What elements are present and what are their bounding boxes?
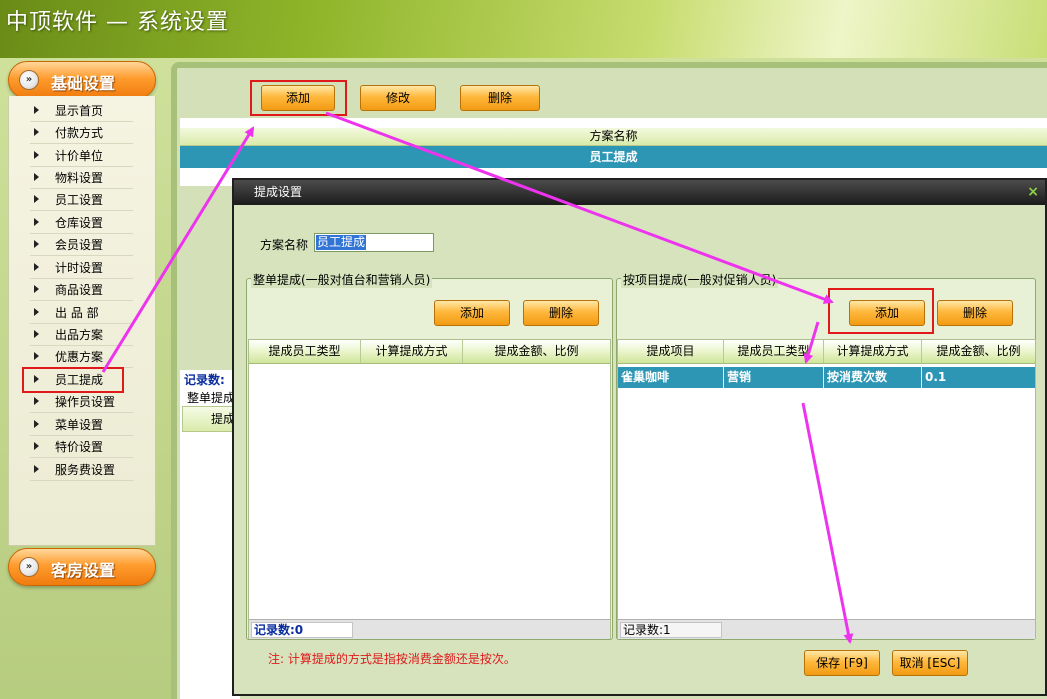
sidebar-item-timing[interactable]: 计时设置 — [30, 257, 133, 279]
delete-button[interactable]: 删除 — [460, 85, 540, 111]
expand-icon: » — [19, 557, 39, 577]
sidebar-item-payment[interactable]: 付款方式 — [30, 122, 133, 144]
whole-delete-button[interactable]: 删除 — [523, 300, 599, 326]
sidebar-item-output-plan[interactable]: 出品方案 — [30, 324, 133, 346]
sidebar-item-special-price[interactable]: 特价设置 — [30, 436, 133, 458]
arrow-right-icon — [34, 106, 39, 114]
item-status-bar: 记录数:1 — [618, 619, 1035, 639]
item-delete-button[interactable]: 删除 — [937, 300, 1013, 326]
sidebar-header-label: 基础设置 — [51, 74, 116, 93]
expand-icon: » — [19, 70, 39, 90]
arrow-right-icon — [34, 240, 39, 248]
app-header: 中顶软件 — 系统设置 — [0, 0, 1047, 58]
sidebar-item-discount[interactable]: 优惠方案 — [30, 346, 133, 368]
arrow-right-icon — [34, 285, 39, 293]
whole-commission-legend: 整单提成(一般对值台和营销人员) — [251, 271, 433, 288]
column-header[interactable]: 计算提成方式 — [824, 340, 922, 363]
commission-dialog: 提成设置 × 方案名称 员工提成 整单提成(一般对值台和营销人员) 添加 删除 … — [232, 178, 1047, 696]
annotation-highlight — [828, 288, 934, 334]
scheme-name-label: 方案名称 — [260, 238, 309, 252]
sidebar-header-room[interactable]: » 客房设置 — [8, 548, 156, 586]
arrow-right-icon — [34, 151, 39, 159]
arrow-right-icon — [34, 128, 39, 136]
whole-record-count: 记录数:0 — [251, 622, 353, 638]
item-record-count: 记录数:1 — [620, 622, 722, 638]
sidebar-item-member[interactable]: 会员设置 — [30, 234, 133, 256]
arrow-right-icon — [34, 465, 39, 473]
scheme-table-header: 方案名称 — [180, 128, 1047, 146]
app-title: 中顶软件 — 系统设置 — [6, 10, 229, 35]
item-commission-group: 按项目提成(一般对促销人员) 添加 删除 提成项目 提成员工类型 计算提成方式 … — [616, 271, 1036, 640]
table-cell: 雀巢咖啡 — [618, 367, 724, 388]
whole-commission-group: 整单提成(一般对值台和营销人员) 添加 删除 提成员工类型 计算提成方式 提成金… — [246, 271, 613, 640]
arrow-right-icon — [34, 263, 39, 271]
cancel-button[interactable]: 取消 [ESC] — [892, 650, 968, 676]
arrow-right-icon — [34, 218, 39, 226]
column-header[interactable]: 提成金额、比例 — [922, 340, 1035, 363]
sidebar-item-output-dept[interactable]: 出 品 部 — [30, 302, 133, 324]
sidebar-item-operator[interactable]: 操作员设置 — [30, 391, 133, 413]
sidebar-item-goods[interactable]: 商品设置 — [30, 279, 133, 301]
sidebar-header-label: 客房设置 — [51, 561, 116, 580]
arrow-right-icon — [34, 375, 39, 383]
item-commission-legend: 按项目提成(一般对促销人员) — [621, 271, 779, 288]
dialog-note: 注: 计算提成的方式是指按消费金额还是按次。 — [268, 652, 516, 666]
arrow-right-icon — [34, 442, 39, 450]
column-header[interactable]: 提成员工类型 — [724, 340, 824, 363]
edit-button[interactable]: 修改 — [360, 85, 436, 111]
whole-add-button[interactable]: 添加 — [434, 300, 510, 326]
sidebar-item-unit[interactable]: 计价单位 — [30, 145, 133, 167]
dialog-titlebar[interactable]: 提成设置 × — [234, 180, 1045, 205]
annotation-highlight — [250, 80, 347, 116]
scheme-table-row[interactable]: 员工提成 — [180, 146, 1047, 168]
arrow-right-icon — [34, 420, 39, 428]
close-icon[interactable]: × — [1027, 180, 1039, 205]
save-button[interactable]: 保存 [F9] — [804, 650, 880, 676]
whole-status-bar: 记录数:0 — [249, 619, 610, 639]
whole-commission-label: 整单提成 — [187, 391, 236, 405]
arrow-right-icon — [34, 195, 39, 203]
column-header[interactable]: 提成金额、比例 — [463, 340, 610, 363]
sidebar-item-menu[interactable]: 菜单设置 — [30, 414, 133, 436]
table-cell: 按消费次数 — [824, 367, 922, 388]
records-label: 记录数: — [184, 373, 225, 387]
arrow-right-icon — [34, 173, 39, 181]
column-header[interactable]: 提成员工类型 — [249, 340, 361, 363]
table-cell: 0.1 — [925, 370, 947, 384]
sidebar-item-commission[interactable]: 员工提成 — [22, 367, 124, 393]
table-row[interactable]: 雀巢咖啡 营销 按消费次数 0.1 — [618, 367, 1035, 388]
table-cell: 营销 — [724, 367, 824, 388]
arrow-right-icon — [34, 330, 39, 338]
scheme-name-input[interactable] — [314, 233, 434, 252]
whole-commission-table: 提成员工类型 计算提成方式 提成金额、比例 记录数:0 — [248, 339, 611, 639]
item-table-header: 提成项目 提成员工类型 计算提成方式 提成金额、比例 — [618, 340, 1035, 364]
sidebar-item-staff[interactable]: 员工设置 — [30, 189, 133, 211]
whole-table-header: 提成员工类型 计算提成方式 提成金额、比例 — [249, 340, 610, 364]
arrow-right-icon — [34, 352, 39, 360]
sidebar-item-home[interactable]: 显示首页 — [30, 100, 133, 122]
column-header[interactable]: 计算提成方式 — [361, 340, 463, 363]
dialog-title: 提成设置 — [254, 185, 303, 199]
sidebar-item-service-fee[interactable]: 服务费设置 — [30, 459, 133, 481]
sidebar-header-basic[interactable]: » 基础设置 — [8, 61, 156, 99]
arrow-right-icon — [34, 397, 39, 405]
sidebar-item-material[interactable]: 物料设置 — [30, 167, 133, 189]
arrow-right-icon — [34, 308, 39, 316]
item-commission-table: 提成项目 提成员工类型 计算提成方式 提成金额、比例 雀巢咖啡 营销 按消费次数… — [617, 339, 1036, 639]
sidebar-item-warehouse[interactable]: 仓库设置 — [30, 212, 133, 234]
column-header[interactable]: 提成项目 — [618, 340, 724, 363]
